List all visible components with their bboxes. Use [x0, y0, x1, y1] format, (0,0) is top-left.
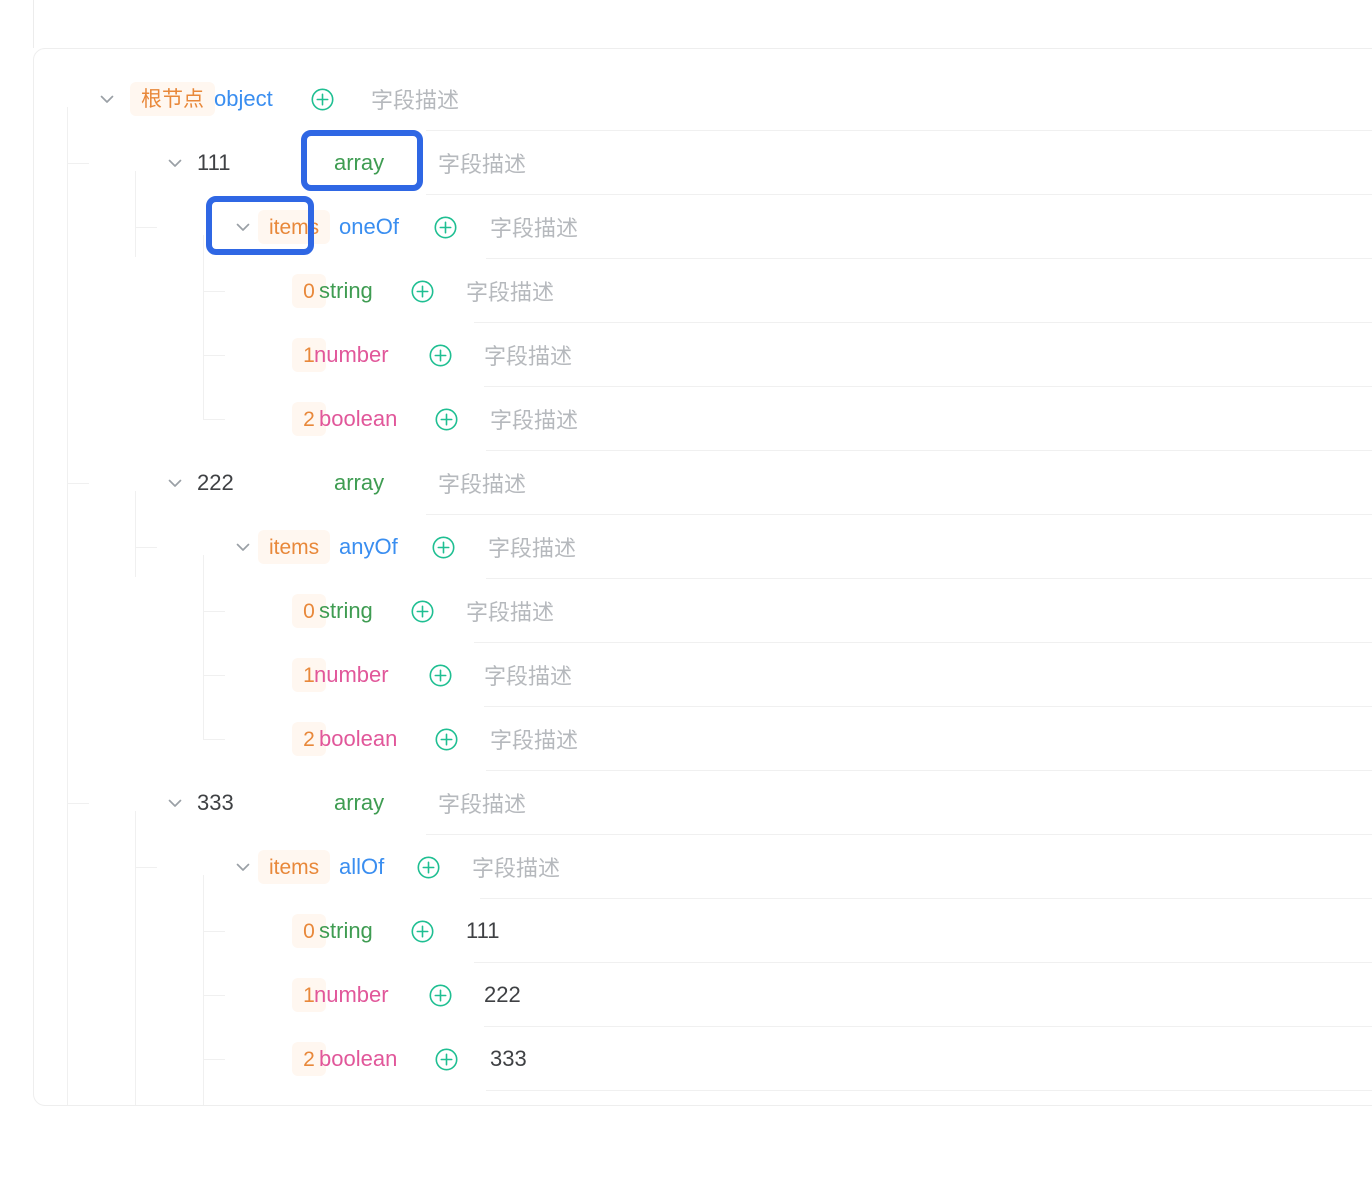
node-description-field[interactable]: 字段描述 — [490, 403, 578, 435]
tree-row[interactable]: 222 array 字段描述 — [34, 451, 1372, 515]
tree-row[interactable]: 1 number 222 — [34, 963, 1372, 1027]
top-divider-rule — [33, 0, 34, 48]
node-key-tag[interactable]: items — [258, 530, 331, 564]
node-description-field[interactable]: 字段描述 — [472, 851, 560, 883]
schema-editor-screen: 根节点 object 字段描述 111 array 字段描述 items oneOf 字段描述 0… — [0, 0, 1372, 1198]
plus-circle-icon[interactable] — [417, 856, 440, 879]
node-description-field[interactable]: 字段描述 — [484, 659, 572, 691]
plus-circle-icon[interactable] — [411, 280, 434, 303]
node-description-field[interactable]: 字段描述 — [466, 595, 554, 627]
plus-circle-icon[interactable] — [411, 920, 434, 943]
node-type-label[interactable]: anyOf — [339, 534, 398, 560]
tree-row[interactable]: items allOf 字段描述 — [34, 835, 1372, 899]
node-description-field[interactable]: 222 — [484, 982, 521, 1008]
plus-circle-icon[interactable] — [435, 728, 458, 751]
node-key-tag[interactable]: items — [258, 210, 331, 244]
node-description-field[interactable]: 字段描述 — [371, 83, 459, 115]
node-description-field[interactable]: 字段描述 — [484, 339, 572, 371]
tree-row[interactable]: 2 boolean 333 — [34, 1027, 1372, 1091]
tree-row[interactable]: 根节点 object 字段描述 — [34, 67, 1372, 131]
chevron-down-icon[interactable] — [164, 792, 186, 814]
tree-row[interactable]: 2 boolean 字段描述 — [34, 707, 1372, 771]
node-key-label[interactable]: 333 — [197, 790, 234, 816]
node-type-label[interactable]: oneOf — [339, 214, 399, 240]
plus-circle-icon[interactable] — [429, 664, 452, 687]
node-key-label[interactable]: 111 — [197, 150, 230, 176]
plus-circle-icon[interactable] — [429, 984, 452, 1007]
node-type-label[interactable]: string — [319, 918, 373, 944]
node-type-label[interactable]: string — [319, 598, 373, 624]
chevron-down-icon[interactable] — [164, 152, 186, 174]
node-description-field[interactable]: 333 — [490, 1046, 527, 1072]
node-description-field[interactable]: 字段描述 — [488, 531, 576, 563]
node-description-field[interactable]: 字段描述 — [438, 467, 526, 499]
tree-row[interactable]: 111 array 字段描述 — [34, 131, 1372, 195]
chevron-down-icon[interactable] — [232, 856, 254, 878]
node-type-label[interactable]: string — [319, 278, 373, 304]
node-description-field[interactable]: 字段描述 — [438, 787, 526, 819]
tree-row[interactable]: items oneOf 字段描述 — [34, 195, 1372, 259]
tree-row[interactable]: 1 number 字段描述 — [34, 643, 1372, 707]
plus-circle-icon[interactable] — [429, 344, 452, 367]
node-description-field[interactable]: 字段描述 — [466, 275, 554, 307]
plus-circle-icon[interactable] — [435, 1048, 458, 1071]
chevron-down-icon[interactable] — [164, 472, 186, 494]
tree-row[interactable]: 0 string 字段描述 — [34, 579, 1372, 643]
node-description-field[interactable]: 字段描述 — [490, 723, 578, 755]
node-type-label[interactable]: allOf — [339, 854, 384, 880]
tree-row[interactable]: 1 number 字段描述 — [34, 323, 1372, 387]
node-type-label[interactable]: array — [334, 790, 384, 816]
plus-circle-icon[interactable] — [411, 600, 434, 623]
node-type-label[interactable]: number — [314, 342, 389, 368]
node-type-label[interactable]: object — [214, 86, 273, 112]
node-type-label[interactable]: boolean — [319, 1046, 397, 1072]
node-key-tag[interactable]: 根节点 — [130, 82, 215, 116]
node-key-tag[interactable]: items — [258, 850, 331, 884]
tree-row[interactable]: 0 string 111 — [34, 899, 1372, 963]
json-schema-tree-card: 根节点 object 字段描述 111 array 字段描述 items oneOf 字段描述 0… — [33, 48, 1372, 1106]
node-description-field[interactable]: 111 — [466, 918, 499, 944]
tree-row[interactable]: 2 boolean 字段描述 — [34, 387, 1372, 451]
node-description-field[interactable]: 字段描述 — [490, 211, 578, 243]
tree-row[interactable]: items anyOf 字段描述 — [34, 515, 1372, 579]
plus-circle-icon[interactable] — [432, 536, 455, 559]
node-type-label[interactable]: number — [314, 662, 389, 688]
node-type-label[interactable]: boolean — [319, 406, 397, 432]
chevron-down-icon[interactable] — [232, 536, 254, 558]
node-type-label[interactable]: boolean — [319, 726, 397, 752]
plus-circle-icon[interactable] — [311, 88, 334, 111]
plus-circle-icon[interactable] — [435, 408, 458, 431]
node-type-label[interactable]: array — [334, 470, 384, 496]
plus-circle-icon[interactable] — [434, 216, 457, 239]
chevron-down-icon[interactable] — [232, 216, 254, 238]
node-type-label[interactable]: array — [334, 150, 384, 176]
tree-row[interactable]: 333 array 字段描述 — [34, 771, 1372, 835]
node-type-label[interactable]: number — [314, 982, 389, 1008]
row-separator — [486, 1090, 1372, 1091]
node-key-label[interactable]: 222 — [197, 470, 234, 496]
tree-row[interactable]: 0 string 字段描述 — [34, 259, 1372, 323]
node-description-field[interactable]: 字段描述 — [438, 147, 526, 179]
chevron-down-icon[interactable] — [96, 88, 118, 110]
